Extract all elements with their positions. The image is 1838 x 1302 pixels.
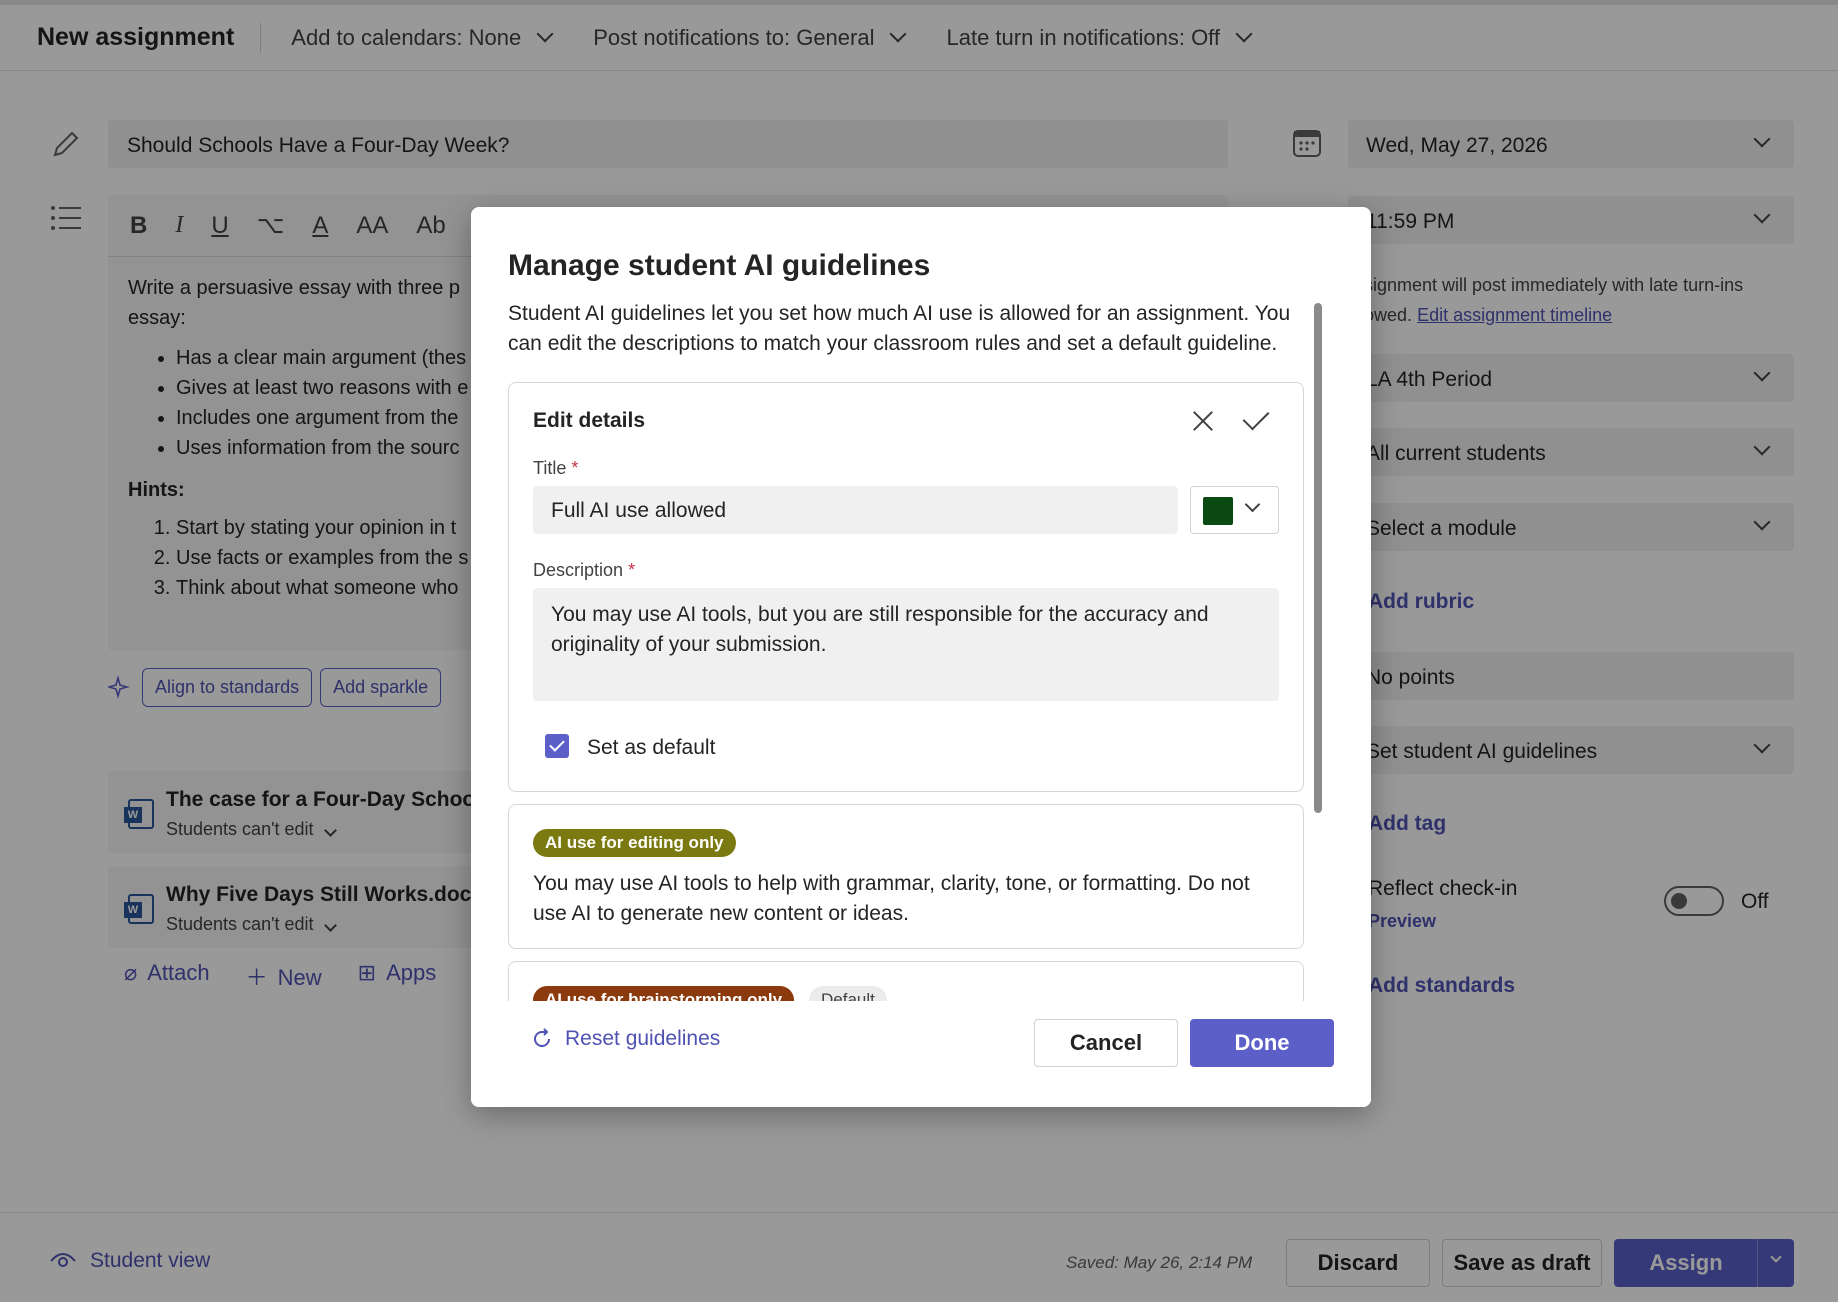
color-picker[interactable] [1190,486,1279,534]
guideline-description-input[interactable]: You may use AI tools, but you are still … [533,588,1279,701]
close-icon[interactable] [1189,407,1217,435]
done-button[interactable]: Done [1190,1019,1334,1067]
title-field-label: Title * [533,458,578,479]
reset-label: Reset guidelines [565,1027,721,1050]
description-field-label: Description * [533,560,635,581]
default-checkbox-label: Set as default [587,736,716,759]
ai-guidelines-dialog: Manage student AI guidelines Student AI … [471,207,1371,1107]
guideline-title-input[interactable]: Full AI use allowed [533,486,1178,534]
dialog-scrollbar[interactable] [1314,303,1322,813]
dialog-footer: Reset guidelines Cancel Done [471,1001,1371,1107]
title-label-text: Title [533,458,567,478]
app-window: New assignment Add to calendars: None Po… [0,0,1838,1302]
edit-details-heading: Edit details [533,409,646,432]
guideline-card[interactable]: AI use for editing only You may use AI t… [508,804,1304,949]
refresh-icon [534,1028,550,1047]
guideline-description: You may use AI tools to help with gramma… [533,872,1250,925]
cancel-button[interactable]: Cancel [1034,1019,1178,1067]
checkmark-icon[interactable] [1242,403,1270,431]
reset-guidelines-button[interactable]: Reset guidelines [531,1027,720,1051]
description-label-text: Description [533,560,624,580]
required-marker: * [628,560,636,580]
color-swatch [1203,497,1233,525]
guideline-badge: AI use for editing only [533,829,736,857]
chevron-down-icon [1244,496,1261,513]
default-checkbox[interactable] [545,734,569,758]
edit-details-card: Edit details Title * Full AI use allowed… [508,382,1304,792]
dialog-title: Manage student AI guidelines [508,249,931,282]
required-marker: * [571,458,579,478]
dialog-intro: Student AI guidelines let you set how mu… [508,302,1291,355]
